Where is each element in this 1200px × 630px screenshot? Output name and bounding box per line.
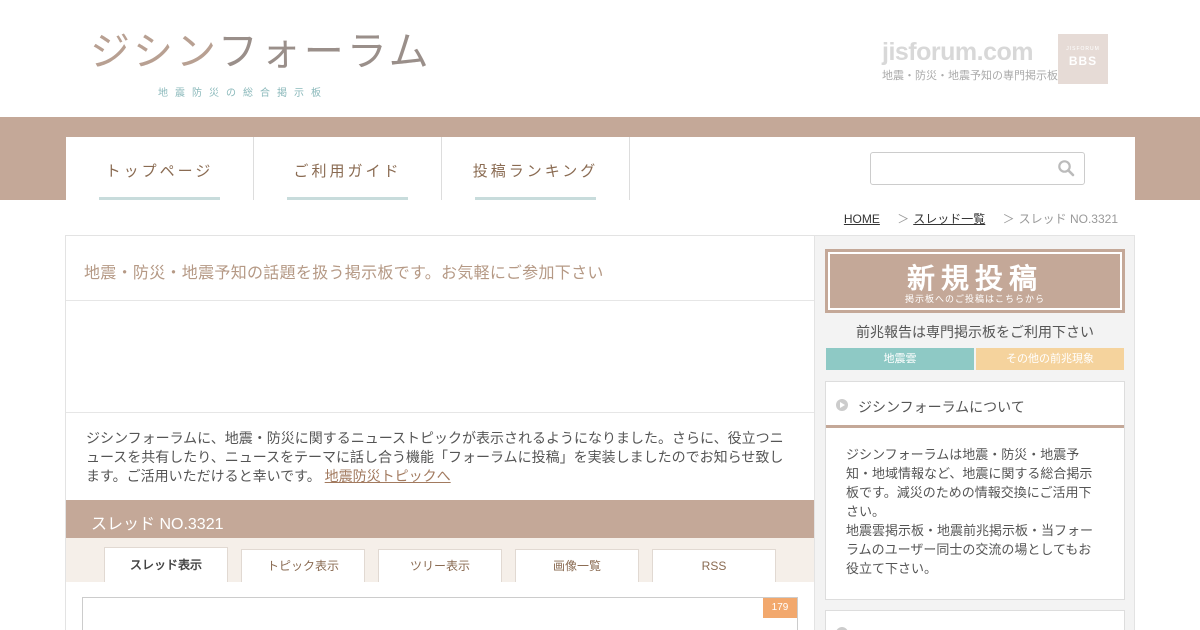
news-notice: ジシンフォーラムに、地震・防災に関するニューストピックが表示されるようになりまし…	[86, 429, 794, 486]
bbs-logo-box: JISFORUM BBS	[1058, 34, 1108, 84]
view-tabs: スレッド表示 トピック表示 ツリー表示 画像一覧 RSS	[66, 538, 814, 582]
logo-subtitle: 地震防災の総合掲示板	[158, 88, 328, 99]
nav-item-label: ご利用ガイド	[293, 163, 402, 180]
site-tagline: 地震・防災・地震予知の専門掲示板	[882, 70, 1058, 82]
chevron-right-icon	[836, 399, 848, 411]
breadcrumb-list-link[interactable]: スレッド一覧	[913, 212, 985, 226]
tab-topic-view[interactable]: トピック表示	[241, 549, 365, 582]
bbs-label: BBS	[1068, 54, 1098, 68]
search-input[interactable]	[870, 152, 1085, 185]
tab-image-list[interactable]: 画像一覧	[515, 549, 639, 582]
logo-wordmark: ジシンフォーラム	[90, 30, 432, 74]
nav-item-label: 投稿ランキング	[472, 163, 599, 180]
site-brand: jisforum.com 地震・防災・地震予知の専門掲示板	[882, 38, 1058, 83]
nav-item-top[interactable]: トップページ	[66, 137, 254, 200]
thread-title-bar: スレッド NO.3321	[66, 500, 814, 538]
about-paragraph: 地震雲掲示板・地震前兆掲示板・当フォーラムのユーザー同士の交流の場としてもお役立…	[846, 523, 1094, 576]
nav-underline	[475, 197, 596, 200]
about-paragraph: ジシンフォーラムは地震・防災・地震予知・地域情報など、地震に関する総合掲示板です…	[846, 447, 1093, 519]
nav-item-ranking[interactable]: 投稿ランキング	[442, 137, 630, 200]
site-header: ジシンフォーラム 地震防災の総合掲示板 jisforum.com 地震・防災・地…	[0, 0, 1200, 117]
main-content: 地震・防災・地震予知の話題を扱う掲示板です。お気軽にご参加下さい ジシンフォーラ…	[65, 235, 815, 630]
breadcrumb-separator: ＞	[897, 212, 910, 226]
tab-thread-view[interactable]: スレッド表示	[104, 547, 228, 582]
logo-part1: ジシン	[90, 29, 218, 75]
tab-tree-view[interactable]: ツリー表示	[378, 549, 502, 582]
nav-underline	[99, 197, 220, 200]
quake-cloud-board-button[interactable]: 地震雲	[826, 348, 974, 370]
nav-item-guide[interactable]: ご利用ガイド	[254, 137, 442, 200]
logo-part2: フォーラム	[217, 29, 432, 75]
site-logo[interactable]: ジシンフォーラム 地震防災の総合掲示板	[90, 30, 432, 99]
about-title: ジシンフォーラムについて	[858, 399, 1025, 415]
new-post-button[interactable]: 新規投稿 掲示板へのご投稿はこちらから	[825, 249, 1125, 313]
post-card: 179	[82, 597, 798, 630]
divider	[66, 412, 814, 413]
breadcrumb-current: スレッド NO.3321	[1018, 212, 1118, 226]
other-precursor-board-button[interactable]: その他の前兆現象	[976, 348, 1124, 370]
tab-rss[interactable]: RSS	[652, 549, 776, 582]
about-panel: ジシンフォーラムについて ジシンフォーラムは地震・防災・地震予知・地域情報など、…	[825, 381, 1125, 600]
bbs-small-label: JISFORUM	[1066, 46, 1100, 52]
topics-link[interactable]: 地震防災トピックへ	[325, 468, 451, 484]
breadcrumb: HOME ＞スレッド一覧 ＞スレッド NO.3321	[0, 210, 1118, 227]
nav-item-label: トップページ	[105, 163, 214, 180]
about-body: ジシンフォーラムは地震・防災・地震予知・地域情報など、地震に関する総合掲示板です…	[846, 445, 1102, 578]
about-header: ジシンフォーラムについて	[826, 382, 1124, 428]
post-count-badge: 179	[763, 598, 797, 618]
sidebar: 新規投稿 掲示板へのご投稿はこちらから 前兆報告は専門掲示板をご利用下さい 地震…	[815, 235, 1135, 630]
intro-text: 地震・防災・地震予知の話題を扱う掲示板です。お気軽にご参加下さい	[84, 265, 604, 282]
next-panel	[825, 610, 1125, 630]
new-post-label: 新規投稿	[906, 263, 1043, 294]
ad-space	[66, 301, 814, 412]
nav-underline	[287, 197, 408, 200]
thread-title: スレッド NO.3321	[91, 516, 224, 533]
breadcrumb-separator: ＞	[1002, 212, 1015, 226]
new-post-sublabel: 掲示板へのご投稿はこちらから	[904, 294, 1045, 304]
search-icon[interactable]	[1057, 159, 1075, 177]
site-domain: jisforum.com	[882, 38, 1033, 66]
post-title-clipped	[125, 624, 525, 630]
board-note: 前兆報告は専門掲示板をご利用下さい	[856, 324, 1094, 340]
breadcrumb-home-link[interactable]: HOME	[844, 212, 880, 226]
